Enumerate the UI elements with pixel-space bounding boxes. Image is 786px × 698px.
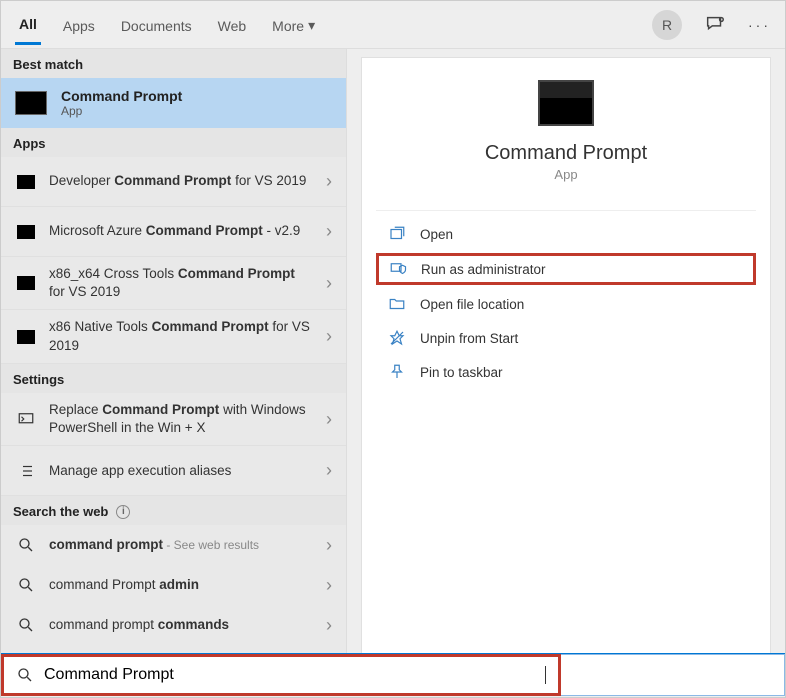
tab-more-label: More [272,18,304,34]
results-list: Best match Command Prompt App Apps Devel… [1,49,347,653]
best-match-item[interactable]: Command Prompt App [1,78,346,128]
separator [376,210,756,211]
list-icon [15,463,37,479]
app-result-label: Developer Command Prompt for VS 2019 [49,172,314,190]
settings-result-0[interactable]: Replace Command Prompt with Windows Powe… [1,393,346,446]
search-field-wrapper[interactable] [1,654,561,696]
chevron-right-icon[interactable]: › [326,273,332,294]
app-result-label: x86_x64 Cross Tools Command Prompt for V… [49,265,314,301]
action-unpin-start[interactable]: Unpin from Start [362,321,770,355]
action-run-admin-label: Run as administrator [421,262,546,277]
search-bar [1,653,785,697]
detail-app-icon [538,80,594,126]
top-right-controls: R ··· [652,10,771,40]
filter-tabs: All Apps Documents Web More ▾ [15,4,319,45]
chevron-right-icon[interactable]: › [326,221,332,242]
chevron-right-icon[interactable]: › [326,171,332,192]
section-settings: Settings [1,364,346,393]
web-result-label: command prompt commands [49,616,314,634]
search-icon [15,537,37,553]
web-result-2[interactable]: command prompt commands › [1,605,346,645]
terminal-swap-icon [15,411,37,427]
action-open-label: Open [420,227,453,242]
tab-apps[interactable]: Apps [59,6,99,44]
action-open-location-label: Open file location [420,297,524,312]
section-web: Search the web i [1,496,346,525]
user-avatar[interactable]: R [652,10,682,40]
web-result-label: command prompt - See web results [49,536,314,554]
cmd-icon [15,91,47,115]
info-icon[interactable]: i [116,505,130,519]
settings-result-1[interactable]: Manage app execution aliases › [1,446,346,496]
chevron-right-icon[interactable]: › [326,460,332,481]
tab-web[interactable]: Web [214,6,251,44]
best-match-title: Command Prompt [61,88,182,104]
unpin-icon [388,329,406,347]
action-open-location[interactable]: Open file location [362,287,770,321]
section-web-label: Search the web [13,504,108,519]
settings-result-label: Manage app execution aliases [49,462,314,480]
chevron-right-icon[interactable]: › [326,535,332,556]
detail-title: Command Prompt [362,142,770,165]
cmd-icon [15,224,37,240]
detail-pane: Command Prompt App Open Run as administr… [361,57,771,657]
settings-result-label: Replace Command Prompt with Windows Powe… [49,401,314,437]
app-result-label: x86 Native Tools Command Prompt for VS 2… [49,318,314,354]
open-icon [388,225,406,243]
search-icon [15,617,37,633]
detail-subtitle: App [362,167,770,182]
top-bar: All Apps Documents Web More ▾ R ··· [1,1,785,49]
cmd-icon [15,329,37,345]
app-result-2[interactable]: x86_x64 Cross Tools Command Prompt for V… [1,257,346,310]
action-unpin-start-label: Unpin from Start [420,331,518,346]
action-pin-taskbar[interactable]: Pin to taskbar [362,355,770,389]
shield-admin-icon [389,260,407,278]
best-match-subtitle: App [61,104,182,118]
action-run-admin[interactable]: Run as administrator [376,253,756,285]
chevron-right-icon[interactable]: › [326,575,332,596]
folder-icon [388,295,406,313]
cmd-icon [15,275,37,291]
more-options-icon[interactable]: ··· [748,17,771,33]
chevron-right-icon[interactable]: › [326,409,332,430]
web-result-0[interactable]: command prompt - See web results › [1,525,346,565]
action-open[interactable]: Open [362,217,770,251]
text-cursor [545,666,546,684]
search-input[interactable] [44,666,535,684]
search-icon [15,577,37,593]
detail-pane-container: Command Prompt App Open Run as administr… [347,49,785,653]
web-result-label: command Prompt admin [49,576,314,594]
search-icon [16,666,34,684]
tab-more[interactable]: More ▾ [268,5,319,44]
search-bar-spacer [561,654,785,696]
section-apps: Apps [1,128,346,157]
tab-all[interactable]: All [15,4,41,45]
chevron-right-icon[interactable]: › [326,326,332,347]
tab-documents[interactable]: Documents [117,6,196,44]
chevron-right-icon[interactable]: › [326,615,332,636]
results-body: Best match Command Prompt App Apps Devel… [1,49,785,653]
search-window: All Apps Documents Web More ▾ R ··· Best… [0,0,786,698]
app-result-label: Microsoft Azure Command Prompt - v2.9 [49,222,314,240]
feedback-icon[interactable] [704,14,726,36]
app-result-0[interactable]: Developer Command Prompt for VS 2019 › [1,157,346,207]
app-result-1[interactable]: Microsoft Azure Command Prompt - v2.9 › [1,207,346,257]
section-best-match: Best match [1,49,346,78]
app-result-3[interactable]: x86 Native Tools Command Prompt for VS 2… [1,310,346,363]
pin-icon [388,363,406,381]
cmd-icon [15,174,37,190]
web-result-1[interactable]: command Prompt admin › [1,565,346,605]
chevron-down-icon: ▾ [308,17,315,34]
action-pin-taskbar-label: Pin to taskbar [420,365,503,380]
